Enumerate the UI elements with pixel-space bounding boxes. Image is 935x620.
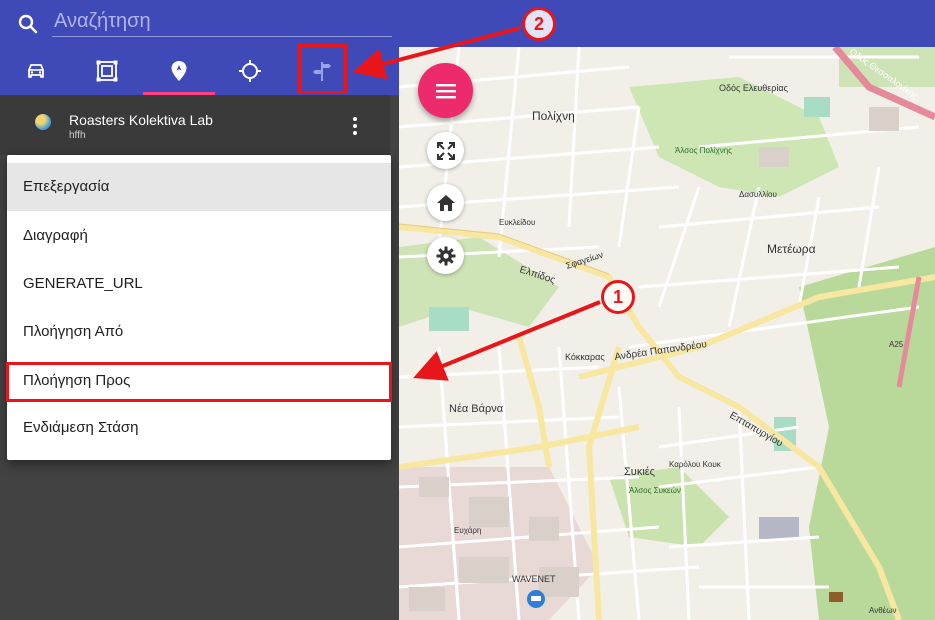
car-poi-glyph bbox=[531, 596, 541, 601]
tab-car[interactable] bbox=[0, 47, 72, 95]
annotation-step-2: 2 bbox=[522, 7, 556, 41]
map-label-polichni: Πολίχνη bbox=[532, 109, 575, 123]
poi-title: Roasters Kolektiva Lab bbox=[69, 112, 213, 128]
home-button[interactable] bbox=[427, 184, 464, 221]
hamburger-icon bbox=[435, 83, 456, 98]
annotation-step-1: 1 bbox=[601, 280, 635, 314]
tab-area-select[interactable] bbox=[71, 47, 143, 95]
map-label-eukleidou: Ευκλείδου bbox=[499, 218, 535, 227]
select-box-icon bbox=[96, 60, 118, 82]
fullscreen-button[interactable] bbox=[427, 132, 464, 169]
map-marker-icon bbox=[171, 61, 187, 81]
menu-item-waypoint[interactable]: Ενδιάμεση Στάση bbox=[7, 404, 391, 452]
fullscreen-icon bbox=[436, 141, 455, 160]
poi-context-menu: Επεξεργασία Διαγραφή GENERATE_URL Πλοήγη… bbox=[7, 155, 391, 460]
map-label-nea-varna: Νέα Βάρνα bbox=[449, 403, 504, 415]
menu-item-delete[interactable]: Διαγραφή bbox=[7, 212, 391, 260]
map-label-eyxari: Ευχάρη bbox=[454, 526, 481, 535]
map-label-alsos-sykeon: Άλσος Συκεών bbox=[629, 486, 681, 495]
annotation-highlight-directions-tab bbox=[298, 44, 347, 94]
map-label-antheon: Ανθέων bbox=[869, 606, 896, 615]
castle-icon bbox=[829, 592, 843, 602]
crosshair-icon bbox=[239, 60, 261, 82]
map-canvas[interactable]: Πολίχνη Μετέωρα Νέα Βάρνα Συκιές Κόκκαρα… bbox=[399, 47, 935, 620]
map-label-eleutherias: Οδός Ελευθερίας bbox=[719, 83, 789, 93]
map-menu-button[interactable] bbox=[418, 63, 473, 118]
more-vert-icon[interactable] bbox=[348, 115, 362, 137]
annotation-highlight-navigate-to bbox=[6, 362, 392, 402]
map-label-dasyllou: Δασυλλίου bbox=[739, 190, 777, 199]
sports-field bbox=[804, 97, 830, 117]
poi-subtitle: hffh bbox=[69, 130, 86, 141]
map-label-alsos-polichnis: Άλσος Πολίχνης bbox=[675, 146, 732, 155]
search-input[interactable] bbox=[52, 6, 392, 37]
landuse-area bbox=[759, 517, 799, 539]
map-label-karolou-kouk: Καρόλου Κουκ bbox=[669, 460, 722, 469]
home-icon bbox=[436, 194, 455, 211]
map-label-meteora: Μετέωρα bbox=[767, 242, 816, 256]
search-icon[interactable] bbox=[16, 12, 40, 36]
map-label-a25: A25 bbox=[889, 340, 904, 349]
car-icon bbox=[28, 64, 44, 78]
tab-places[interactable] bbox=[143, 47, 215, 95]
poi-header[interactable]: Roasters Kolektiva Lab hffh bbox=[0, 95, 390, 155]
menu-item-navigate-from[interactable]: Πλοήγηση Από bbox=[7, 308, 391, 356]
menu-item-generate-url[interactable]: GENERATE_URL bbox=[7, 260, 391, 308]
map-label-wavenet: WAVENET bbox=[512, 574, 556, 584]
settings-button[interactable] bbox=[427, 237, 464, 274]
poi-category-icon bbox=[35, 114, 51, 130]
tab-location[interactable] bbox=[214, 47, 286, 95]
menu-item-edit[interactable]: Επεξεργασία bbox=[7, 163, 391, 211]
gear-icon bbox=[436, 246, 455, 265]
sports-field bbox=[429, 307, 469, 331]
map-view[interactable]: Πολίχνη Μετέωρα Νέα Βάρνα Συκιές Κόκκαρα… bbox=[399, 47, 935, 620]
map-label-kokkaras: Κόκκαρας bbox=[565, 352, 605, 362]
map-label-sykies: Συκιές bbox=[624, 466, 655, 478]
top-search-bar bbox=[0, 0, 935, 47]
